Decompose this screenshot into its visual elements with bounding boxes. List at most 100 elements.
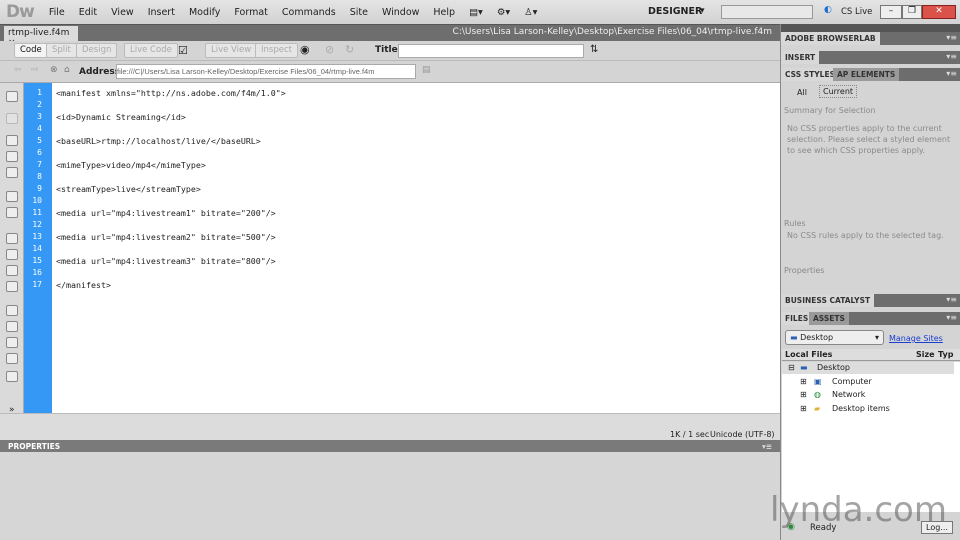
balance-braces-icon[interactable] xyxy=(6,207,18,218)
globe-icon[interactable]: ◉ xyxy=(300,43,310,56)
visual-aids-icon[interactable]: ⊘ xyxy=(325,43,334,56)
cs-live-icon: ◐ xyxy=(824,5,832,15)
address-input[interactable] xyxy=(116,64,416,79)
recent-snippets-icon[interactable] xyxy=(6,353,18,364)
line-numbers-icon[interactable] xyxy=(6,233,18,244)
line-number: 10 xyxy=(32,196,42,205)
panel-menu-icon[interactable]: ▾≡ xyxy=(946,313,957,322)
browserlab-panel[interactable]: ADOBE BROWSERLAB ▾≡ xyxy=(781,32,960,45)
tree-item-network[interactable]: ⊞ ◍ Network xyxy=(782,389,954,401)
menu-edit[interactable]: Edit xyxy=(72,7,104,18)
remove-comment-icon[interactable] xyxy=(6,321,18,332)
menu-commands[interactable]: Commands xyxy=(275,7,343,18)
stop-icon[interactable]: ⊗ xyxy=(50,65,58,75)
live-code-button[interactable]: Live Code xyxy=(124,43,178,58)
restore-button[interactable]: ❐ xyxy=(902,5,922,19)
code-line[interactable]: <baseURL>rtmp://localhost/live/</baseURL… xyxy=(56,136,261,146)
title-input[interactable] xyxy=(398,44,584,58)
manage-sites-link[interactable]: Manage Sites xyxy=(889,334,943,343)
open-documents-icon[interactable] xyxy=(6,91,18,102)
site-dropdown[interactable]: ▬ Desktop ▾ xyxy=(785,330,884,345)
workspace-switcher[interactable]: DESIGNER xyxy=(648,6,702,17)
back-icon[interactable]: ⇦ xyxy=(14,65,22,75)
collapse-selection-icon[interactable] xyxy=(6,151,18,162)
menu-insert[interactable]: Insert xyxy=(141,7,182,18)
tab-browserlab[interactable]: ADOBE BROWSERLAB xyxy=(781,32,880,45)
document-tab[interactable]: rtmp-live.f4m × xyxy=(4,26,78,48)
code-line[interactable]: <manifest xmlns="http://ns.adobe.com/f4m… xyxy=(56,88,286,98)
menu-format[interactable]: Format xyxy=(227,7,274,18)
menu-file[interactable]: File xyxy=(42,7,72,18)
tree-label: Computer xyxy=(832,377,872,386)
code-line[interactable]: <media url="mp4:livestream2" bitrate="50… xyxy=(56,232,276,242)
highlight-invalid-code-icon[interactable] xyxy=(6,249,18,260)
check-browser-icon[interactable]: ☑ xyxy=(178,44,188,57)
expand-all-icon[interactable] xyxy=(6,167,18,178)
code-editor[interactable]: <manifest xmlns="http://ns.adobe.com/f4m… xyxy=(52,83,780,413)
design-view-button[interactable]: Design xyxy=(76,43,118,58)
layout-icon[interactable]: ▤▾ xyxy=(462,7,490,18)
menu-modify[interactable]: Modify xyxy=(182,7,227,18)
desktop-icon: ▬ xyxy=(790,333,798,342)
tab-insert[interactable]: INSERT xyxy=(781,51,820,64)
tab-css-styles[interactable]: CSS STYLES xyxy=(781,68,839,81)
all-button[interactable]: All xyxy=(797,88,807,97)
site-icon[interactable]: ♙▾ xyxy=(517,7,544,18)
business-catalyst-panel[interactable]: BUSINESS CATALYST ▾≡ xyxy=(781,294,960,307)
refresh-icon[interactable]: ↻ xyxy=(345,43,354,56)
insert-panel[interactable]: INSERT ▾≡ xyxy=(781,51,960,64)
files-column-header: Local Files Size Typ xyxy=(782,349,960,361)
show-code-navigator-icon[interactable] xyxy=(6,113,18,124)
tab-assets[interactable]: ASSETS xyxy=(809,312,849,325)
col-size[interactable]: Size xyxy=(916,350,935,359)
word-wrap-icon[interactable] xyxy=(6,265,18,276)
tab-files[interactable]: FILES xyxy=(781,312,813,325)
tree-item-computer[interactable]: ⊞ ▣ Computer xyxy=(782,376,954,388)
inspect-button[interactable]: Inspect xyxy=(255,43,298,58)
live-view-button[interactable]: Live View xyxy=(205,43,258,58)
panel-menu-icon[interactable]: ▾≡ xyxy=(946,69,957,78)
code-line[interactable]: <mimeType>video/mp4</mimeType> xyxy=(56,160,206,170)
properties-panel-header[interactable]: PROPERTIES ▾≡ xyxy=(0,440,780,452)
format-source-icon[interactable] xyxy=(6,371,18,382)
tab-business-catalyst[interactable]: BUSINESS CATALYST xyxy=(781,294,875,307)
close-button[interactable]: ✕ xyxy=(922,5,956,19)
code-line[interactable]: <media url="mp4:livestream1" bitrate="20… xyxy=(56,208,276,218)
panel-menu-icon[interactable]: ▾≡ xyxy=(946,295,957,304)
tree-label: Desktop xyxy=(817,363,850,372)
forward-icon[interactable]: ⇨ xyxy=(31,65,39,75)
code-line[interactable]: <id>Dynamic Streaming</id> xyxy=(56,112,186,122)
syntax-coloring-icon[interactable] xyxy=(6,281,18,292)
panel-menu-icon[interactable]: ▾≡ xyxy=(946,33,957,42)
menu-view[interactable]: View xyxy=(104,7,141,18)
search-input[interactable] xyxy=(721,5,813,19)
wrap-tag-icon[interactable] xyxy=(6,337,18,348)
tab-ap-elements[interactable]: AP ELEMENTS xyxy=(833,68,900,81)
menu-help[interactable]: Help xyxy=(426,7,462,18)
split-view-button[interactable]: Split xyxy=(46,43,77,58)
code-view-button[interactable]: Code xyxy=(14,43,48,58)
select-parent-tag-icon[interactable] xyxy=(6,191,18,202)
menu-site[interactable]: Site xyxy=(343,7,375,18)
current-button[interactable]: Current xyxy=(819,85,858,98)
cs-live-button[interactable]: CS Live xyxy=(841,7,872,17)
css-panel-header: CSS STYLES AP ELEMENTS ▾≡ xyxy=(781,68,960,81)
gear-icon[interactable]: ⚙▾ xyxy=(490,7,517,18)
code-line[interactable]: </manifest> xyxy=(56,280,111,290)
home-icon[interactable]: ⌂ xyxy=(64,65,70,75)
menu-window[interactable]: Window xyxy=(375,7,426,18)
code-line[interactable]: <streamType>live</streamType> xyxy=(56,184,201,194)
tree-item-desktop-items[interactable]: ⊞ ▰ Desktop items xyxy=(782,403,954,415)
browser-options-icon[interactable]: ▤ xyxy=(422,65,431,75)
minimize-button[interactable]: – xyxy=(880,5,902,19)
log-button[interactable]: Log... xyxy=(921,521,953,534)
col-local-files[interactable]: Local Files xyxy=(785,350,832,359)
panel-menu-icon[interactable]: ▾≡ xyxy=(946,52,957,61)
panel-menu-icon[interactable]: ▾≡ xyxy=(762,442,772,451)
apply-comment-icon[interactable] xyxy=(6,305,18,316)
code-line[interactable]: <media url="mp4:livestream3" bitrate="80… xyxy=(56,256,276,266)
col-type[interactable]: Typ xyxy=(938,350,953,359)
tree-item-desktop[interactable]: ⊟ ▬ Desktop xyxy=(782,362,954,374)
file-management-icon[interactable]: ⇅ xyxy=(590,44,598,55)
collapse-tag-icon[interactable] xyxy=(6,135,18,146)
